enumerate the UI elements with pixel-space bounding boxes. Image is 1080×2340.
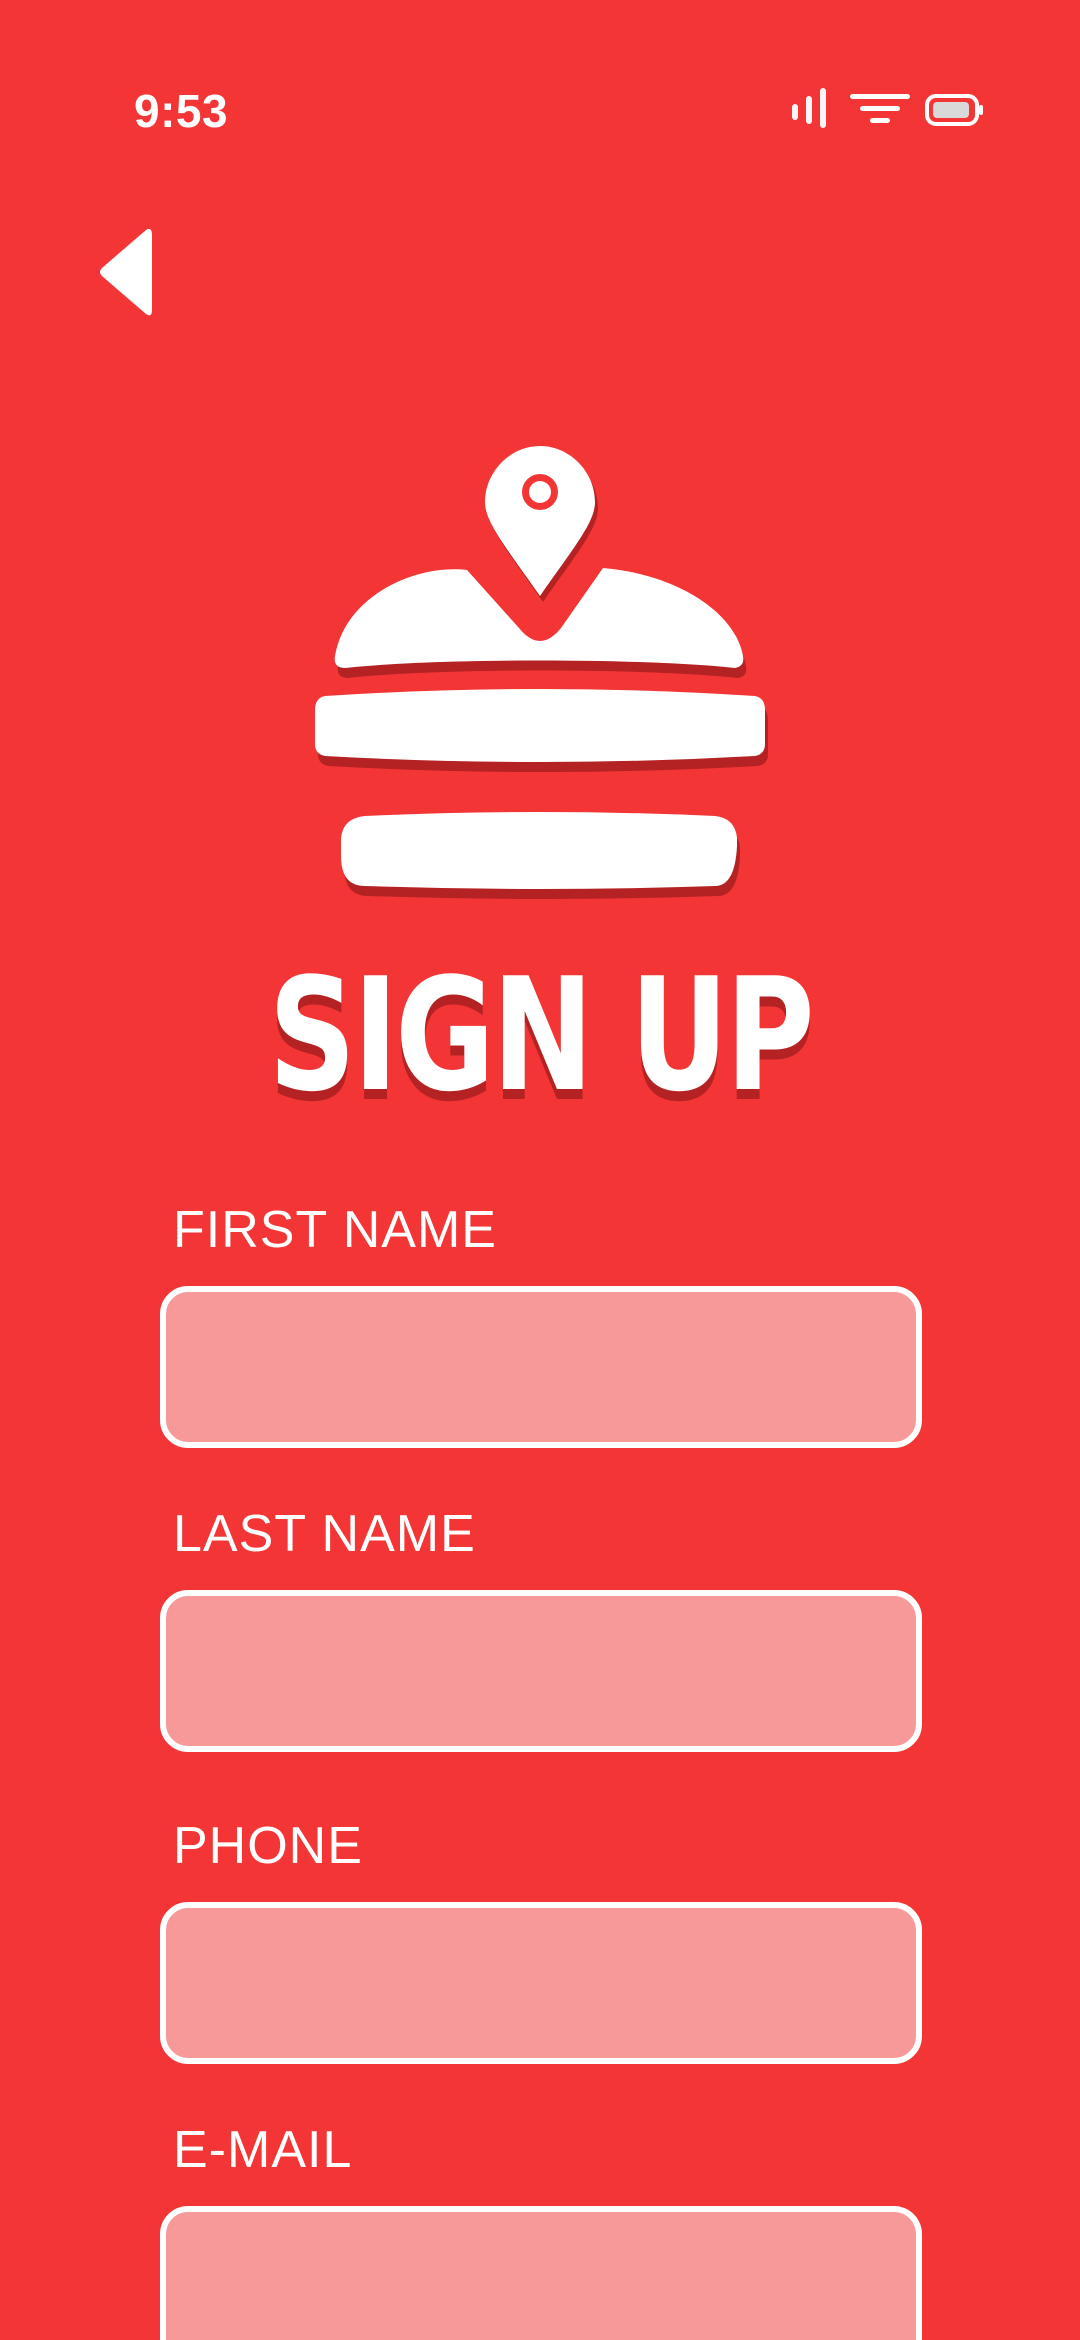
back-arrow-icon	[100, 228, 152, 316]
last-name-input[interactable]	[166, 1596, 916, 1746]
phone-input[interactable]	[166, 1908, 916, 2058]
first-name-input[interactable]	[166, 1292, 916, 1442]
signal-icon	[792, 88, 826, 128]
last-name-label: LAST NAME	[173, 1505, 476, 1563]
phone-label: PHONE	[173, 1817, 363, 1875]
status-time: 9:53	[134, 85, 229, 137]
battery-icon	[925, 94, 983, 126]
email-label: E-MAIL	[173, 2121, 353, 2179]
last-name-field-container	[160, 1590, 922, 1752]
email-field-container	[160, 2206, 922, 2340]
page-title: SIGN UP	[268, 944, 814, 1126]
email-input[interactable]	[166, 2212, 916, 2340]
back-button[interactable]	[96, 226, 160, 318]
first-name-field-container	[160, 1286, 922, 1448]
phone-field-container	[160, 1902, 922, 2064]
burger-location-logo-icon	[305, 446, 775, 906]
first-name-label: FIRST NAME	[173, 1201, 497, 1259]
wifi-icon	[850, 94, 910, 123]
